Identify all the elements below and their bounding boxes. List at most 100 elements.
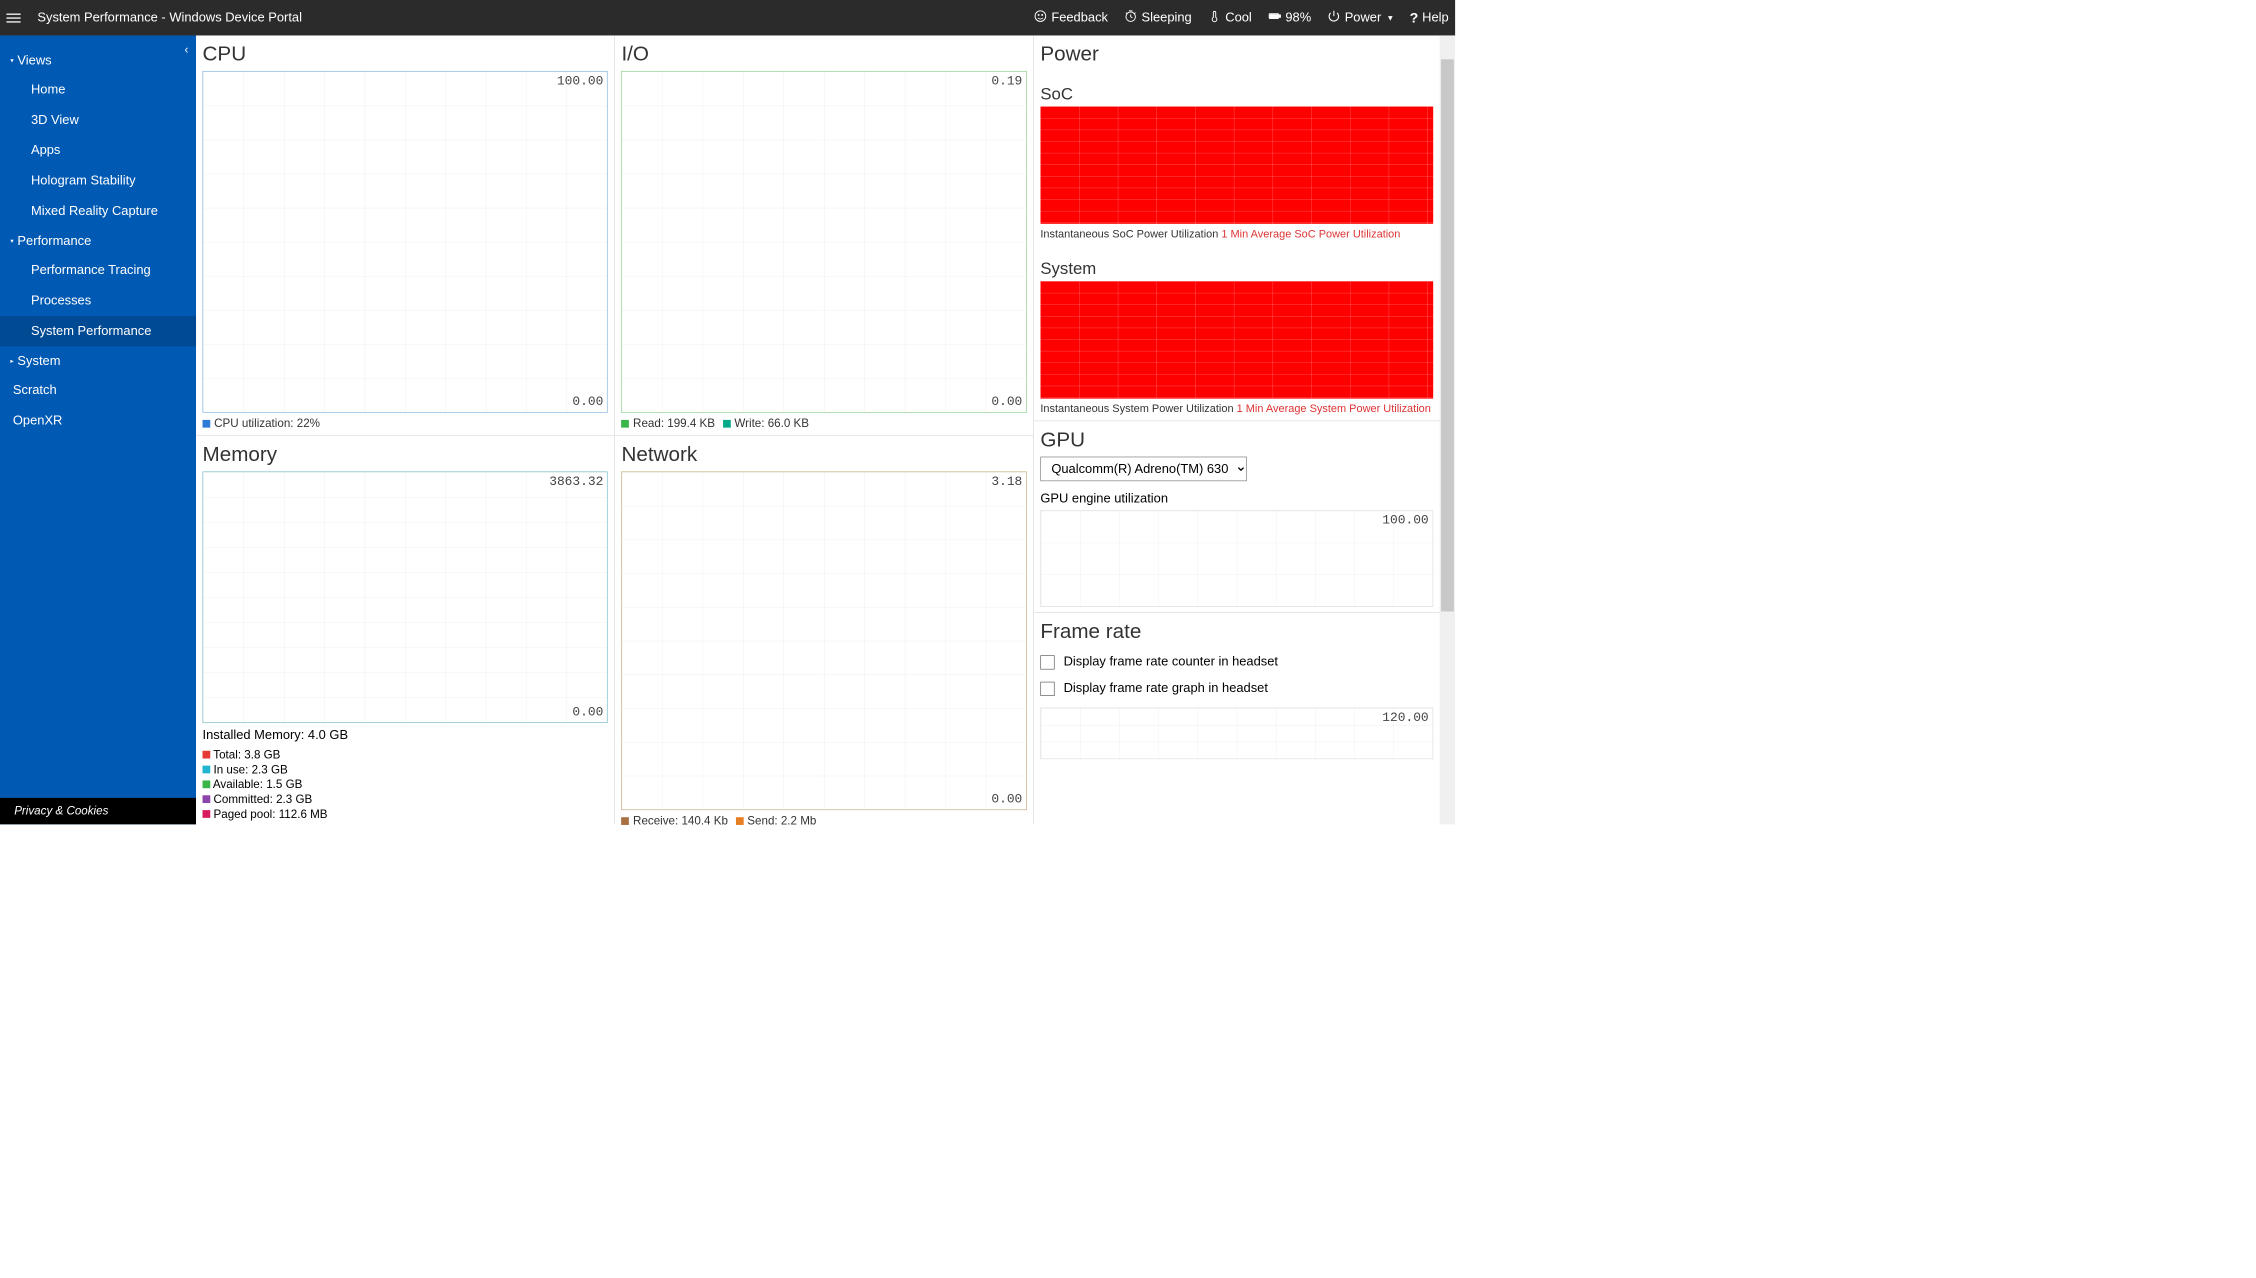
power-sys-legend-a: Instantaneous System Power Utilization xyxy=(1040,402,1233,414)
sidebar-item-3d-view[interactable]: 3D View xyxy=(0,105,196,135)
power-soc-legend: Instantaneous SoC Power Utilization 1 Mi… xyxy=(1040,228,1433,241)
sidebar-item-home[interactable]: Home xyxy=(0,75,196,105)
topbar-actions: Feedback Sleeping Cool 98% xyxy=(1033,9,1448,27)
io-chart-max: 0.19 xyxy=(991,74,1022,89)
help-button[interactable]: ? Help xyxy=(1410,9,1449,26)
sidebar-item-system-performance[interactable]: System Performance xyxy=(0,316,196,346)
nav-group-system[interactable]: ▸ System xyxy=(0,346,196,375)
page-title: System Performance - Windows Device Port… xyxy=(37,10,302,25)
framerate-chart: 120.00 xyxy=(1040,708,1433,760)
io-title: I/O xyxy=(621,42,1026,66)
content-grid: CPU 100.00 0.00 CPU utilization: 22% Mem… xyxy=(196,35,1440,824)
power-menu-button[interactable]: Power ▼ xyxy=(1327,9,1394,27)
gpu-select[interactable]: Qualcomm(R) Adreno(TM) 630 GPU xyxy=(1040,457,1246,482)
mem-committed: Committed: 2.3 GB xyxy=(214,793,313,806)
power-soc-subtitle: SoC xyxy=(1040,84,1433,104)
swatch-icon xyxy=(203,420,211,428)
mem-paged: Paged pool: 112.6 MB xyxy=(214,808,328,821)
gpu-panel: GPU Qualcomm(R) Adreno(TM) 630 GPU GPU e… xyxy=(1034,421,1440,613)
clock-icon xyxy=(1123,9,1137,27)
cpu-panel: CPU 100.00 0.00 CPU utilization: 22% xyxy=(196,35,614,436)
sidebar-item-processes[interactable]: Processes xyxy=(0,286,196,316)
network-title: Network xyxy=(621,442,1026,466)
sidebar-item-mixed-reality-capture[interactable]: Mixed Reality Capture xyxy=(0,196,196,226)
main: CPU 100.00 0.00 CPU utilization: 22% Mem… xyxy=(196,35,1455,824)
io-legend: Read: 199.4 KB Write: 66.0 KB xyxy=(621,417,1026,431)
framerate-counter-checkbox[interactable]: Display frame rate counter in headset xyxy=(1040,655,1433,670)
scrollbar[interactable] xyxy=(1440,35,1455,824)
swatch-icon xyxy=(723,420,731,428)
network-legend: Receive: 140.4 Kb Send: 2.2 Mb xyxy=(621,814,1026,828)
feedback-button[interactable]: Feedback xyxy=(1033,9,1108,27)
sidebar: ‹ ▾ Views Home 3D View Apps Hologram Sta… xyxy=(0,35,196,824)
sidebar-item-hologram-stability[interactable]: Hologram Stability xyxy=(0,166,196,196)
nav-group-label: Performance xyxy=(17,234,91,249)
sleeping-label: Sleeping xyxy=(1142,10,1192,25)
io-panel: I/O 0.19 0.00 Read: 199.4 KB Write: 66.0… xyxy=(615,35,1033,436)
scrollbar-thumb[interactable] xyxy=(1441,59,1454,611)
cpu-legend: CPU utilization: 22% xyxy=(203,417,608,431)
cpu-chart-max: 100.00 xyxy=(557,74,603,89)
mem-available: Available: 1.5 GB xyxy=(213,778,303,791)
memory-chart-min: 0.00 xyxy=(572,705,603,720)
network-chart-max: 3.18 xyxy=(991,475,1022,490)
swatch-icon xyxy=(203,780,211,788)
io-chart-min: 0.00 xyxy=(991,395,1022,410)
framerate-panel: Frame rate Display frame rate counter in… xyxy=(1034,613,1440,765)
chevron-down-icon: ▾ xyxy=(10,57,13,64)
power-label: Power xyxy=(1345,10,1382,25)
privacy-cookies-link[interactable]: Privacy & Cookies xyxy=(0,798,196,824)
nav-group-views[interactable]: ▾ Views xyxy=(0,46,196,75)
framerate-cb2-label: Display frame rate graph in headset xyxy=(1064,681,1268,696)
network-send: Send: 2.2 Mb xyxy=(747,814,816,828)
framerate-graph-checkbox[interactable]: Display frame rate graph in headset xyxy=(1040,681,1433,696)
power-soc-legend-a: Instantaneous SoC Power Utilization xyxy=(1040,228,1218,240)
framerate-cb1-label: Display frame rate counter in headset xyxy=(1064,655,1278,670)
topbar: System Performance - Windows Device Port… xyxy=(0,0,1455,35)
io-read: Read: 199.4 KB xyxy=(633,417,715,431)
gpu-chart: 100.00 xyxy=(1040,510,1433,607)
column-cpu-memory: CPU 100.00 0.00 CPU utilization: 22% Mem… xyxy=(196,35,615,824)
sidebar-item-apps[interactable]: Apps xyxy=(0,135,196,165)
sleeping-status[interactable]: Sleeping xyxy=(1123,9,1191,27)
gpu-title: GPU xyxy=(1040,428,1433,452)
temperature-status[interactable]: Cool xyxy=(1207,9,1252,27)
swatch-icon xyxy=(203,751,211,759)
power-icon xyxy=(1327,9,1341,27)
framerate-chart-max: 120.00 xyxy=(1382,711,1428,726)
temperature-label: Cool xyxy=(1225,10,1252,25)
nav-group-performance[interactable]: ▾ Performance xyxy=(0,226,196,255)
checkbox-icon xyxy=(1040,681,1054,695)
battery-label: 98% xyxy=(1285,10,1311,25)
memory-chart-max: 3863.32 xyxy=(549,475,603,490)
feedback-label: Feedback xyxy=(1051,10,1108,25)
nav-group-label: System xyxy=(17,354,60,369)
gpu-chart-max: 100.00 xyxy=(1382,513,1428,528)
swatch-icon xyxy=(621,420,629,428)
power-soc-legend-b: 1 Min Average SoC Power Utilization xyxy=(1221,228,1400,240)
swatch-icon xyxy=(203,795,211,803)
battery-icon xyxy=(1267,9,1281,27)
chevron-right-icon: ▸ xyxy=(10,358,13,365)
sidebar-item-scratch[interactable]: Scratch xyxy=(0,375,196,405)
memory-legend: Total: 3.8 GB In use: 2.3 GB Available: … xyxy=(203,748,608,821)
network-chart: 3.18 0.00 xyxy=(621,471,1026,810)
memory-panel: Memory 3863.32 0.00 Installed Memory: 4.… xyxy=(196,436,614,826)
power-system-subtitle: System xyxy=(1040,259,1433,279)
collapse-sidebar-icon[interactable]: ‹ xyxy=(184,43,188,57)
power-panel: Power SoC Instantaneous SoC Power Utiliz… xyxy=(1034,35,1440,421)
memory-chart: 3863.32 0.00 xyxy=(203,471,608,723)
swatch-icon xyxy=(736,817,744,825)
battery-status[interactable]: 98% xyxy=(1267,9,1311,27)
power-soc-chart xyxy=(1040,106,1433,223)
hamburger-icon[interactable] xyxy=(6,8,25,27)
sidebar-item-performance-tracing[interactable]: Performance Tracing xyxy=(0,255,196,285)
smiley-icon xyxy=(1033,9,1047,27)
framerate-title: Frame rate xyxy=(1040,619,1433,643)
help-label: Help xyxy=(1422,10,1449,25)
power-title: Power xyxy=(1040,42,1433,66)
sidebar-item-openxr[interactable]: OpenXR xyxy=(0,406,196,436)
cpu-title: CPU xyxy=(203,42,608,66)
column-io-network: I/O 0.19 0.00 Read: 199.4 KB Write: 66.0… xyxy=(615,35,1034,824)
chevron-down-icon: ▼ xyxy=(1386,13,1394,22)
